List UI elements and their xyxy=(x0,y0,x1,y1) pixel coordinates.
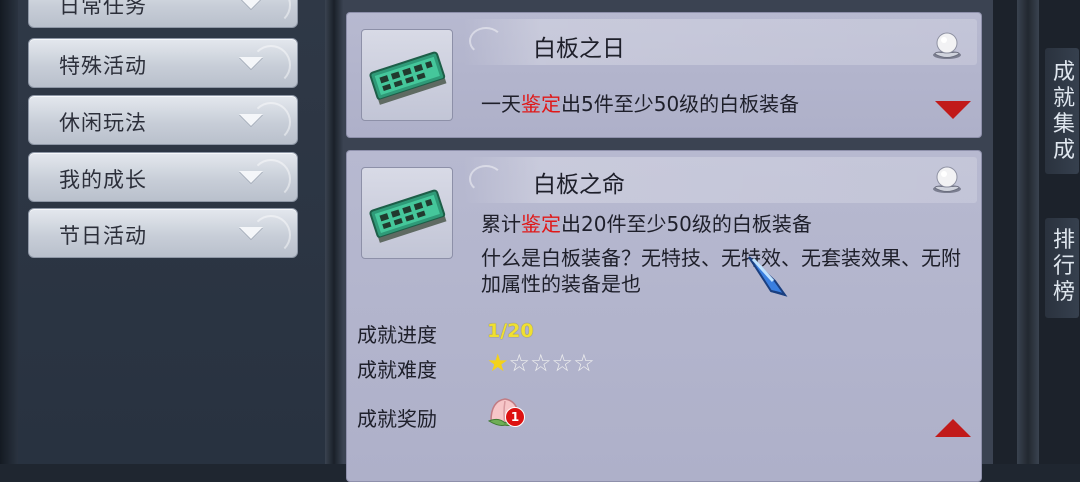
achievement-note: 什么是白板装备？无特技、无特效、无套装效果、无附加属性的装备是也 xyxy=(481,246,961,296)
tab-achievement-collection-label: 成就集成 xyxy=(1052,60,1075,163)
star-empty-icon: ☆ xyxy=(508,349,531,377)
expand-arrow-icon[interactable] xyxy=(935,101,971,119)
category-sidebar: 日常任务 特殊活动 休闲玩法 我的成长 节日活动 xyxy=(0,0,325,464)
achievement-list[interactable]: 白板之日 一天鉴定出5件至少50级的白板装备 白板之命 累计鉴定出20件至少50… xyxy=(343,0,993,482)
chevron-down-icon xyxy=(239,57,263,69)
frame-strip xyxy=(1017,0,1039,464)
chevron-down-icon xyxy=(239,171,263,183)
cloud-decoration xyxy=(469,165,503,193)
star-empty-icon: ☆ xyxy=(530,349,552,377)
sidebar-edge xyxy=(0,0,18,464)
achievement-card-expanded[interactable]: 白板之命 累计鉴定出20件至少50级的白板装备 什么是白板装备？无特技、无特效、… xyxy=(346,150,982,482)
reward-count-badge: 1 xyxy=(505,407,525,427)
category-special-events[interactable]: 特殊活动 xyxy=(28,38,298,88)
star-filled-icon: ★ xyxy=(487,349,509,377)
pearl-icon xyxy=(929,161,965,201)
progress-label: 成就进度 xyxy=(357,323,437,347)
pearl-icon xyxy=(929,27,965,67)
category-label: 日常任务 xyxy=(59,0,147,18)
keyword-highlight: 鉴定 xyxy=(521,212,561,236)
keyword-highlight: 鉴定 xyxy=(521,92,561,116)
difficulty-label: 成就难度 xyxy=(357,358,437,382)
category-festival-events[interactable]: 节日活动 xyxy=(28,208,298,258)
collapse-arrow-icon[interactable] xyxy=(935,419,971,437)
difficulty-stars: ★☆☆☆☆ xyxy=(487,349,595,377)
chevron-down-icon xyxy=(239,114,263,126)
achievement-description: 一天鉴定出5件至少50级的白板装备 xyxy=(481,92,800,116)
achievement-title: 白板之日 xyxy=(533,36,625,62)
achievement-card[interactable]: 白板之日 一天鉴定出5件至少50级的白板装备 xyxy=(346,12,982,138)
star-empty-icon: ☆ xyxy=(573,349,595,377)
chevron-down-icon xyxy=(239,227,263,239)
feather-cursor-icon xyxy=(745,251,795,305)
category-label: 特殊活动 xyxy=(59,54,147,78)
category-my-growth[interactable]: 我的成长 xyxy=(28,152,298,202)
reward-peach-icon[interactable]: 1 xyxy=(485,391,529,435)
achievement-description: 累计鉴定出20件至少50级的白板装备 xyxy=(481,212,812,236)
right-side-tabs: 成就集成 排行榜 xyxy=(993,0,1080,464)
category-leisure-play[interactable]: 休闲玩法 xyxy=(28,95,298,145)
cloud-decoration xyxy=(469,27,503,55)
panel-divider xyxy=(325,0,343,464)
star-empty-icon: ☆ xyxy=(551,349,574,377)
tab-leaderboard-label: 排行榜 xyxy=(1052,228,1075,305)
category-daily-tasks[interactable]: 日常任务 xyxy=(28,0,298,28)
achievement-title: 白板之命 xyxy=(533,172,625,198)
category-label: 我的成长 xyxy=(59,168,147,192)
category-label: 休闲玩法 xyxy=(59,111,147,135)
reward-label: 成就奖励 xyxy=(357,407,437,431)
progress-value: 1/20 xyxy=(487,320,534,342)
equipment-item-icon xyxy=(361,167,453,259)
chevron-down-icon xyxy=(239,0,263,9)
equipment-item-icon xyxy=(361,29,453,121)
category-label: 节日活动 xyxy=(59,224,147,248)
